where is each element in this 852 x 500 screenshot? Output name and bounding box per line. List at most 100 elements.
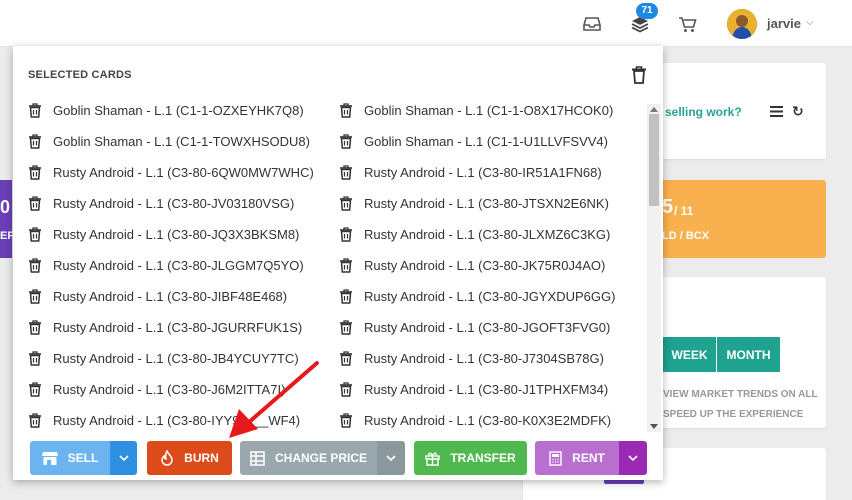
trash-icon[interactable] [339,350,353,366]
card-name: Rusty Android - L.1 (C3-80-JGOFT3FVG0) [364,319,611,335]
trash-icon[interactable] [28,381,42,397]
chevron-down-icon [386,455,396,461]
notification-badge: 71 [636,3,658,19]
card-list: Goblin Shaman - L.1 (C1-1-OZXEYHK7Q8) Gob… [13,96,647,429]
trash-icon[interactable] [339,412,353,428]
card-name: Rusty Android - L.1 (C3-80-JV03180VSG) [53,195,295,211]
selected-card-item: Rusty Android - L.1 (C3-80-J6M2ITTA7I) [28,379,285,399]
rent-dropdown-toggle[interactable] [619,441,647,475]
selected-card-item: Goblin Shaman - L.1 (C1-1-OZXEYHK7Q8) [28,100,304,120]
inbox-icon[interactable] [582,14,602,34]
trash-icon[interactable] [28,319,42,335]
card-name: Goblin Shaman - L.1 (C1-1-U1LLVFSVV4) [364,133,608,149]
selected-card-item: Rusty Android - L.1 (C3-80-JK75R0J4AO) [339,255,605,275]
tab-week[interactable]: WEEK [663,337,716,372]
scroll-up-arrow[interactable] [650,107,658,112]
trash-icon[interactable] [339,102,353,118]
selected-card-item: Rusty Android - L.1 (C3-80-JGURRFUK1S) [28,317,302,337]
burn-button[interactable]: BURN [147,441,232,475]
scroll-down-arrow[interactable] [650,424,658,429]
help-link[interactable]: selling work? [665,105,742,119]
burn-label: BURN [184,451,219,465]
chevron-down-icon [118,455,129,461]
list-icon[interactable] [770,106,783,117]
gift-icon [425,452,441,466]
trash-icon[interactable] [339,195,353,211]
store-icon [41,451,58,465]
selected-card-item: Rusty Android - L.1 (C3-80-JB4YCUY7TC) [28,348,299,368]
card-name: Goblin Shaman - L.1 (C1-1-OZXEYHK7Q8) [53,102,304,118]
selected-card-item: Rusty Android - L.1 (C3-80-IYY9____WF4) [28,410,300,429]
username[interactable]: jarvie [767,16,801,31]
selected-card-item: Rusty Android - L.1 (C3-80-J7304SB78G) [339,348,604,368]
rent-button[interactable]: RENT [535,441,619,475]
sell-dropdown-toggle[interactable] [110,441,137,475]
calculator-icon [549,450,562,466]
trash-icon[interactable] [28,412,42,428]
trends-note: VIEW MARKET TRENDS ON ALL [663,389,818,400]
card-name: Rusty Android - L.1 (C3-80-JGURRFUK1S) [53,319,303,335]
change-price-dropdown-toggle[interactable] [377,441,405,475]
trash-icon[interactable] [28,102,42,118]
stat-card-purple [0,180,12,258]
card-name: Rusty Android - L.1 (C3-80-IR51A1FN68) [364,164,602,180]
selected-card-item: Rusty Android - L.1 (C3-80-JLGGM7Q5YO) [28,255,304,275]
card-name: Rusty Android - L.1 (C3-80-J7304SB78G) [364,350,604,366]
trash-icon[interactable] [28,195,42,211]
selected-card-item: Rusty Android - L.1 (C3-80-6QW0MW7WHC) [28,162,314,182]
trash-icon[interactable] [28,257,42,273]
scrollbar[interactable] [647,104,661,432]
chevron-down-icon[interactable]: ⌵ [806,17,814,28]
trash-icon[interactable] [28,350,42,366]
avatar[interactable] [727,9,757,39]
trash-icon[interactable] [339,381,353,397]
stat-card-orange [640,180,826,258]
card-name: Rusty Android - L.1 (C3-80-J6M2ITTA7I) [53,381,286,397]
refresh-icon[interactable]: ↻ [792,103,804,120]
stat-total: / 11 [674,204,694,218]
card-name: Rusty Android - L.1 (C3-80-6QW0MW7WHC) [53,164,314,180]
top-bar: 71 jarvie ⌵ [0,0,852,47]
trash-icon[interactable] [339,257,353,273]
trash-icon[interactable] [339,288,353,304]
trash-icon[interactable] [339,164,353,180]
cart-icon[interactable] [677,14,697,34]
trash-icon[interactable] [631,66,647,84]
card-name: Rusty Android - L.1 (C3-80-IYY9____WF4) [53,412,301,428]
scroll-thumb[interactable] [649,114,659,206]
selected-card-item: Rusty Android - L.1 (C3-80-J1TPHXFM34) [339,379,608,399]
selected-card-item: Rusty Android - L.1 (C3-80-JV03180VSG) [28,193,294,213]
trash-icon[interactable] [339,226,353,242]
selected-card-item: Rusty Android - L.1 (C3-80-JTSXN2E6NK) [339,193,609,213]
card-name: Goblin Shaman - L.1 (C1-1-TOWXHSODU8) [53,133,310,149]
trash-icon[interactable] [28,133,42,149]
card-name: Rusty Android - L.1 (C3-80-JLGGM7Q5YO) [53,257,304,273]
selected-card-item: Rusty Android - L.1 (C3-80-JGOFT3FVG0) [339,317,610,337]
stat-label: LD / BCX [662,230,710,242]
selected-card-item: Rusty Android - L.1 (C3-80-K0X3E2MDFK) [339,410,611,429]
selected-card-item: Rusty Android - L.1 (C3-80-IR51A1FN68) [339,162,602,182]
selected-card-item: Goblin Shaman - L.1 (C1-1-U1LLVFSVV4) [339,131,608,151]
tab-month[interactable]: MONTH [717,337,780,372]
card-name: Rusty Android - L.1 (C3-80-K0X3E2MDFK) [364,412,612,428]
sell-button[interactable]: SELL [30,441,110,475]
trash-icon[interactable] [339,319,353,335]
card-name: Rusty Android - L.1 (C3-80-JLXMZ6C3KG) [364,226,611,242]
selected-cards-panel: SELECTED CARDS Goblin Shaman - L.1 (C1-1… [13,46,663,480]
selected-card-item: Rusty Android - L.1 (C3-80-JGYXDUP6GG) [339,286,615,306]
rent-label: RENT [572,451,605,465]
trash-icon[interactable] [28,288,42,304]
change-price-button[interactable]: CHANGE PRICE [240,441,377,475]
card-name: Goblin Shaman - L.1 (C1-1-O8X17HCOK0) [364,102,614,118]
trash-icon[interactable] [28,164,42,180]
card-name: Rusty Android - L.1 (C3-80-JTSXN2E6NK) [364,195,609,211]
price-tag-icon [250,450,265,466]
change-price-label: CHANGE PRICE [274,451,367,465]
transfer-button[interactable]: TRANSFER [414,441,527,475]
stat-value: 5 [662,196,674,218]
flame-icon [161,450,173,466]
stat-value: 0 [0,197,11,217]
trash-icon[interactable] [28,226,42,242]
trash-icon[interactable] [339,133,353,149]
card-name: Rusty Android - L.1 (C3-80-JQ3X3BKSM8) [53,226,300,242]
